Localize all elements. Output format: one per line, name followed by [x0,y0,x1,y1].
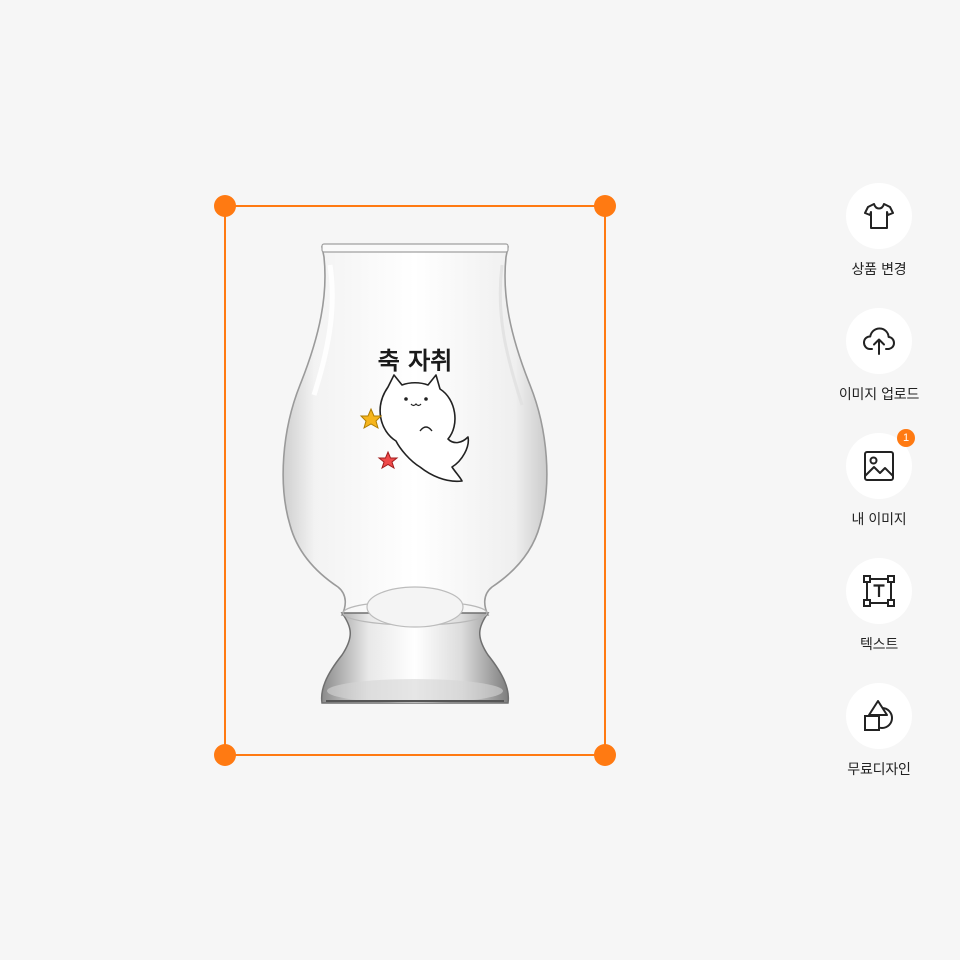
image-icon [864,451,894,481]
my-images-count-badge: 1 [897,429,915,447]
resize-handle-bottom-right[interactable] [594,744,616,766]
free-design-icon-button[interactable] [846,683,912,749]
resize-handle-top-left[interactable] [214,195,236,217]
text-tool-icon-button[interactable] [846,558,912,624]
text-tool-label: 텍스트 [859,637,899,653]
text-tool-button[interactable]: 텍스트 [826,558,932,683]
resize-handle-bottom-left[interactable] [214,744,236,766]
shapes-icon [864,700,893,731]
design-canvas: 축 자취 상품 변경 이미지 업로드 1 내 이미지 텍스트 무료디자인 [0,0,960,960]
text-box-icon [863,575,895,607]
upload-image-label: 이미지 업로드 [838,387,920,403]
upload-image-button[interactable]: 이미지 업로드 [826,308,932,433]
my-images-button[interactable]: 1 내 이미지 [826,429,932,558]
resize-handle-top-right[interactable] [594,195,616,217]
change-product-icon-button[interactable] [846,183,912,249]
selection-frame[interactable] [214,195,616,766]
upload-image-icon-button[interactable] [846,308,912,374]
my-images-icon-button[interactable]: 1 [846,429,915,499]
free-design-button[interactable]: 무료디자인 [826,683,932,808]
change-product-label: 상품 변경 [851,262,907,278]
editor-toolbar: 상품 변경 이미지 업로드 1 내 이미지 텍스트 무료디자인 [826,183,932,808]
tshirt-icon [864,203,894,229]
cloud-upload-icon [863,327,895,355]
free-design-label: 무료디자인 [847,762,911,778]
my-images-label: 내 이미지 [851,512,907,528]
change-product-button[interactable]: 상품 변경 [826,183,932,308]
